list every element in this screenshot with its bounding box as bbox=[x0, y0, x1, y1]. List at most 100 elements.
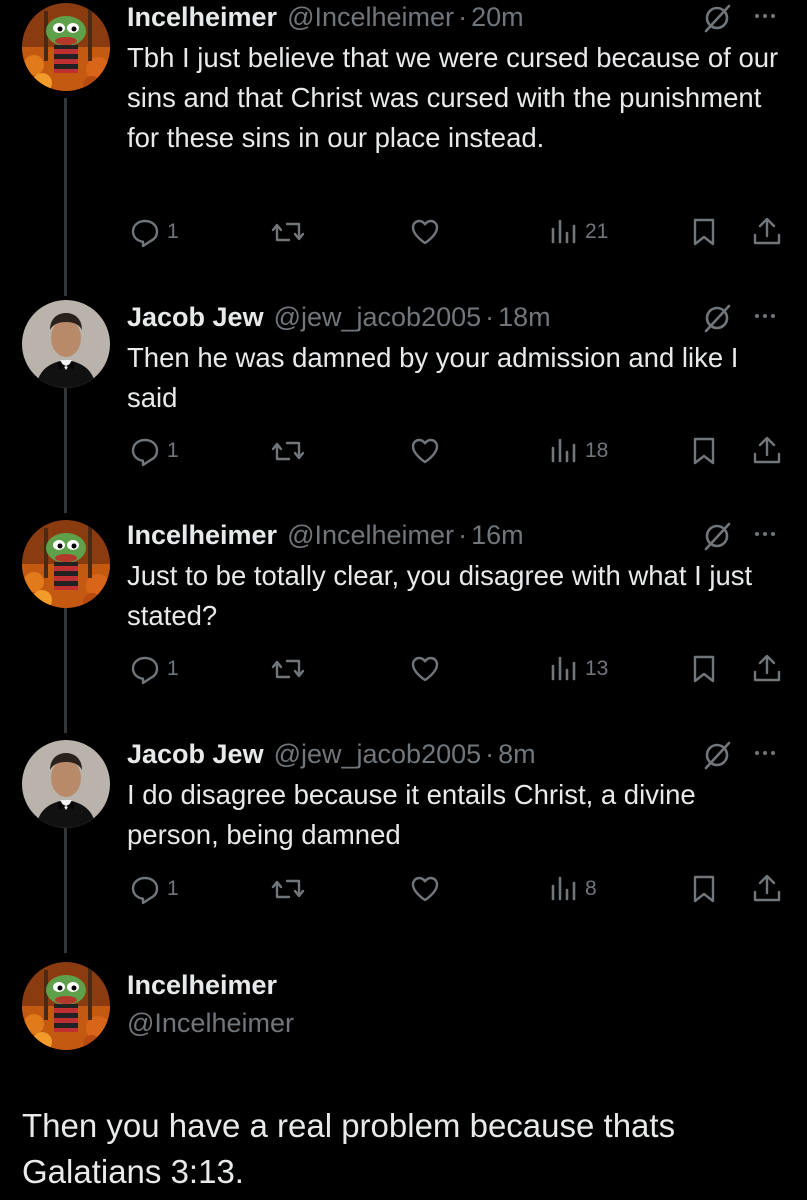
views-button[interactable]: 8 bbox=[547, 869, 597, 909]
bookmark-icon bbox=[693, 875, 715, 903]
views-icon bbox=[551, 438, 576, 463]
views-icon bbox=[551, 656, 576, 681]
retweet-button[interactable] bbox=[269, 869, 307, 909]
display-name[interactable]: Jacob Jew bbox=[127, 302, 264, 333]
avatar-jacob-jew[interactable] bbox=[22, 300, 110, 388]
timestamp[interactable]: 16m bbox=[471, 520, 524, 551]
heart-icon bbox=[411, 876, 439, 902]
tweet-text: I do disagree because it entails Christ,… bbox=[127, 779, 696, 850]
views-button[interactable]: 13 bbox=[547, 649, 608, 689]
avatar-jacob-jew[interactable] bbox=[22, 740, 110, 828]
retweet-icon bbox=[271, 659, 305, 679]
share-button[interactable] bbox=[749, 869, 785, 909]
timestamp[interactable]: 20m bbox=[471, 2, 524, 33]
separator-dot: · bbox=[458, 1, 468, 32]
more-icon[interactable] bbox=[750, 1, 780, 31]
reply-count: 1 bbox=[167, 877, 179, 900]
separator-dot: · bbox=[485, 738, 495, 769]
user-handle[interactable]: @Incelheimer bbox=[287, 2, 454, 33]
views-button[interactable]: 18 bbox=[547, 431, 608, 471]
tweet[interactable]: Incelheimer @Incelheimer · 20m Tbh I jus… bbox=[0, 0, 807, 260]
heart-icon bbox=[411, 656, 439, 682]
reply-icon bbox=[131, 656, 159, 685]
bookmark-button[interactable] bbox=[687, 431, 721, 471]
views-button[interactable]: 21 bbox=[547, 212, 608, 252]
display-name[interactable]: Incelheimer bbox=[127, 970, 277, 1001]
reply-button[interactable]: 1 bbox=[127, 212, 179, 252]
reply-count: 1 bbox=[167, 657, 179, 680]
reply-icon bbox=[131, 438, 159, 467]
avatar-incelheimer[interactable] bbox=[22, 520, 110, 608]
tweet-header: Jacob Jew @jew_jacob2005 · 8m bbox=[127, 737, 536, 771]
retweet-button[interactable] bbox=[269, 431, 307, 471]
tweet-text: Then he was damned by your admission and… bbox=[127, 342, 739, 413]
tweet[interactable]: Incelheimer @Incelheimer · 16m Just to b… bbox=[0, 518, 807, 698]
share-icon bbox=[753, 217, 781, 245]
share-icon bbox=[753, 436, 781, 464]
timestamp[interactable]: 8m bbox=[498, 739, 536, 770]
retweet-button[interactable] bbox=[269, 212, 307, 252]
display-name[interactable]: Jacob Jew bbox=[127, 739, 264, 770]
view-count: 13 bbox=[585, 657, 609, 680]
user-handle[interactable]: @Incelheimer bbox=[127, 1008, 294, 1039]
view-count: 8 bbox=[585, 877, 597, 900]
reply-icon bbox=[131, 219, 159, 248]
like-button[interactable] bbox=[407, 869, 443, 909]
more-icon[interactable] bbox=[750, 519, 780, 549]
view-count: 21 bbox=[585, 220, 609, 243]
reply-button[interactable]: 1 bbox=[127, 869, 179, 909]
bookmark-button[interactable] bbox=[687, 649, 721, 689]
timestamp[interactable]: 18m bbox=[498, 302, 551, 333]
share-icon bbox=[753, 654, 781, 682]
heart-icon bbox=[411, 438, 439, 464]
tweet-text: Just to be totally clear, you disagree w… bbox=[127, 560, 753, 631]
grok-icon[interactable] bbox=[700, 301, 734, 335]
retweet-icon bbox=[271, 222, 305, 242]
retweet-icon bbox=[271, 879, 305, 899]
view-count: 18 bbox=[585, 439, 609, 462]
like-button[interactable] bbox=[407, 649, 443, 689]
display-name[interactable]: Incelheimer bbox=[127, 2, 277, 33]
like-button[interactable] bbox=[407, 212, 443, 252]
views-icon bbox=[551, 219, 576, 244]
avatar-incelheimer[interactable] bbox=[22, 962, 110, 1050]
share-button[interactable] bbox=[749, 212, 785, 252]
user-handle[interactable]: @Incelheimer bbox=[287, 520, 454, 551]
share-button[interactable] bbox=[749, 431, 785, 471]
grok-icon[interactable] bbox=[700, 1, 734, 35]
avatar-incelheimer[interactable] bbox=[22, 3, 110, 91]
tweet-actions: 1 8 bbox=[127, 869, 787, 909]
tweet-header: Incelheimer @Incelheimer · 20m bbox=[127, 0, 524, 34]
main-tweet-text: Then you have a real problem because tha… bbox=[22, 1107, 676, 1190]
bookmark-icon bbox=[693, 437, 715, 465]
views-icon bbox=[551, 876, 576, 901]
user-handle[interactable]: @jew_jacob2005 bbox=[274, 302, 482, 333]
share-button[interactable] bbox=[749, 649, 785, 689]
display-name[interactable]: Incelheimer bbox=[127, 520, 277, 551]
retweet-button[interactable] bbox=[269, 649, 307, 689]
grok-icon[interactable] bbox=[700, 738, 734, 772]
tweet-actions: 1 21 bbox=[127, 212, 787, 252]
bookmark-icon bbox=[693, 655, 715, 683]
share-icon bbox=[753, 874, 781, 902]
heart-icon bbox=[411, 219, 439, 245]
more-icon[interactable] bbox=[750, 738, 780, 768]
user-handle[interactable]: @jew_jacob2005 bbox=[274, 739, 482, 770]
tweet[interactable]: Jacob Jew @jew_jacob2005 · 18m Then he w… bbox=[0, 300, 807, 480]
like-button[interactable] bbox=[407, 431, 443, 471]
bookmark-button[interactable] bbox=[687, 869, 721, 909]
tweet-text: Tbh I just believe that we were cursed b… bbox=[127, 42, 779, 153]
reply-count: 1 bbox=[167, 220, 179, 243]
reply-icon bbox=[131, 876, 159, 905]
grok-icon[interactable] bbox=[700, 519, 734, 553]
reply-button[interactable]: 1 bbox=[127, 431, 179, 471]
bookmark-button[interactable] bbox=[687, 212, 721, 252]
tweet-actions: 1 13 bbox=[127, 649, 787, 689]
tweet[interactable]: Jacob Jew @jew_jacob2005 · 8m I do disag… bbox=[0, 737, 807, 917]
tweet-actions: 1 18 bbox=[127, 431, 787, 471]
more-icon[interactable] bbox=[750, 301, 780, 331]
separator-dot: · bbox=[485, 301, 495, 332]
tweet-header: Jacob Jew @jew_jacob2005 · 18m bbox=[127, 300, 551, 334]
reply-button[interactable]: 1 bbox=[127, 649, 179, 689]
tweet-header: Incelheimer @Incelheimer · 16m bbox=[127, 518, 524, 552]
